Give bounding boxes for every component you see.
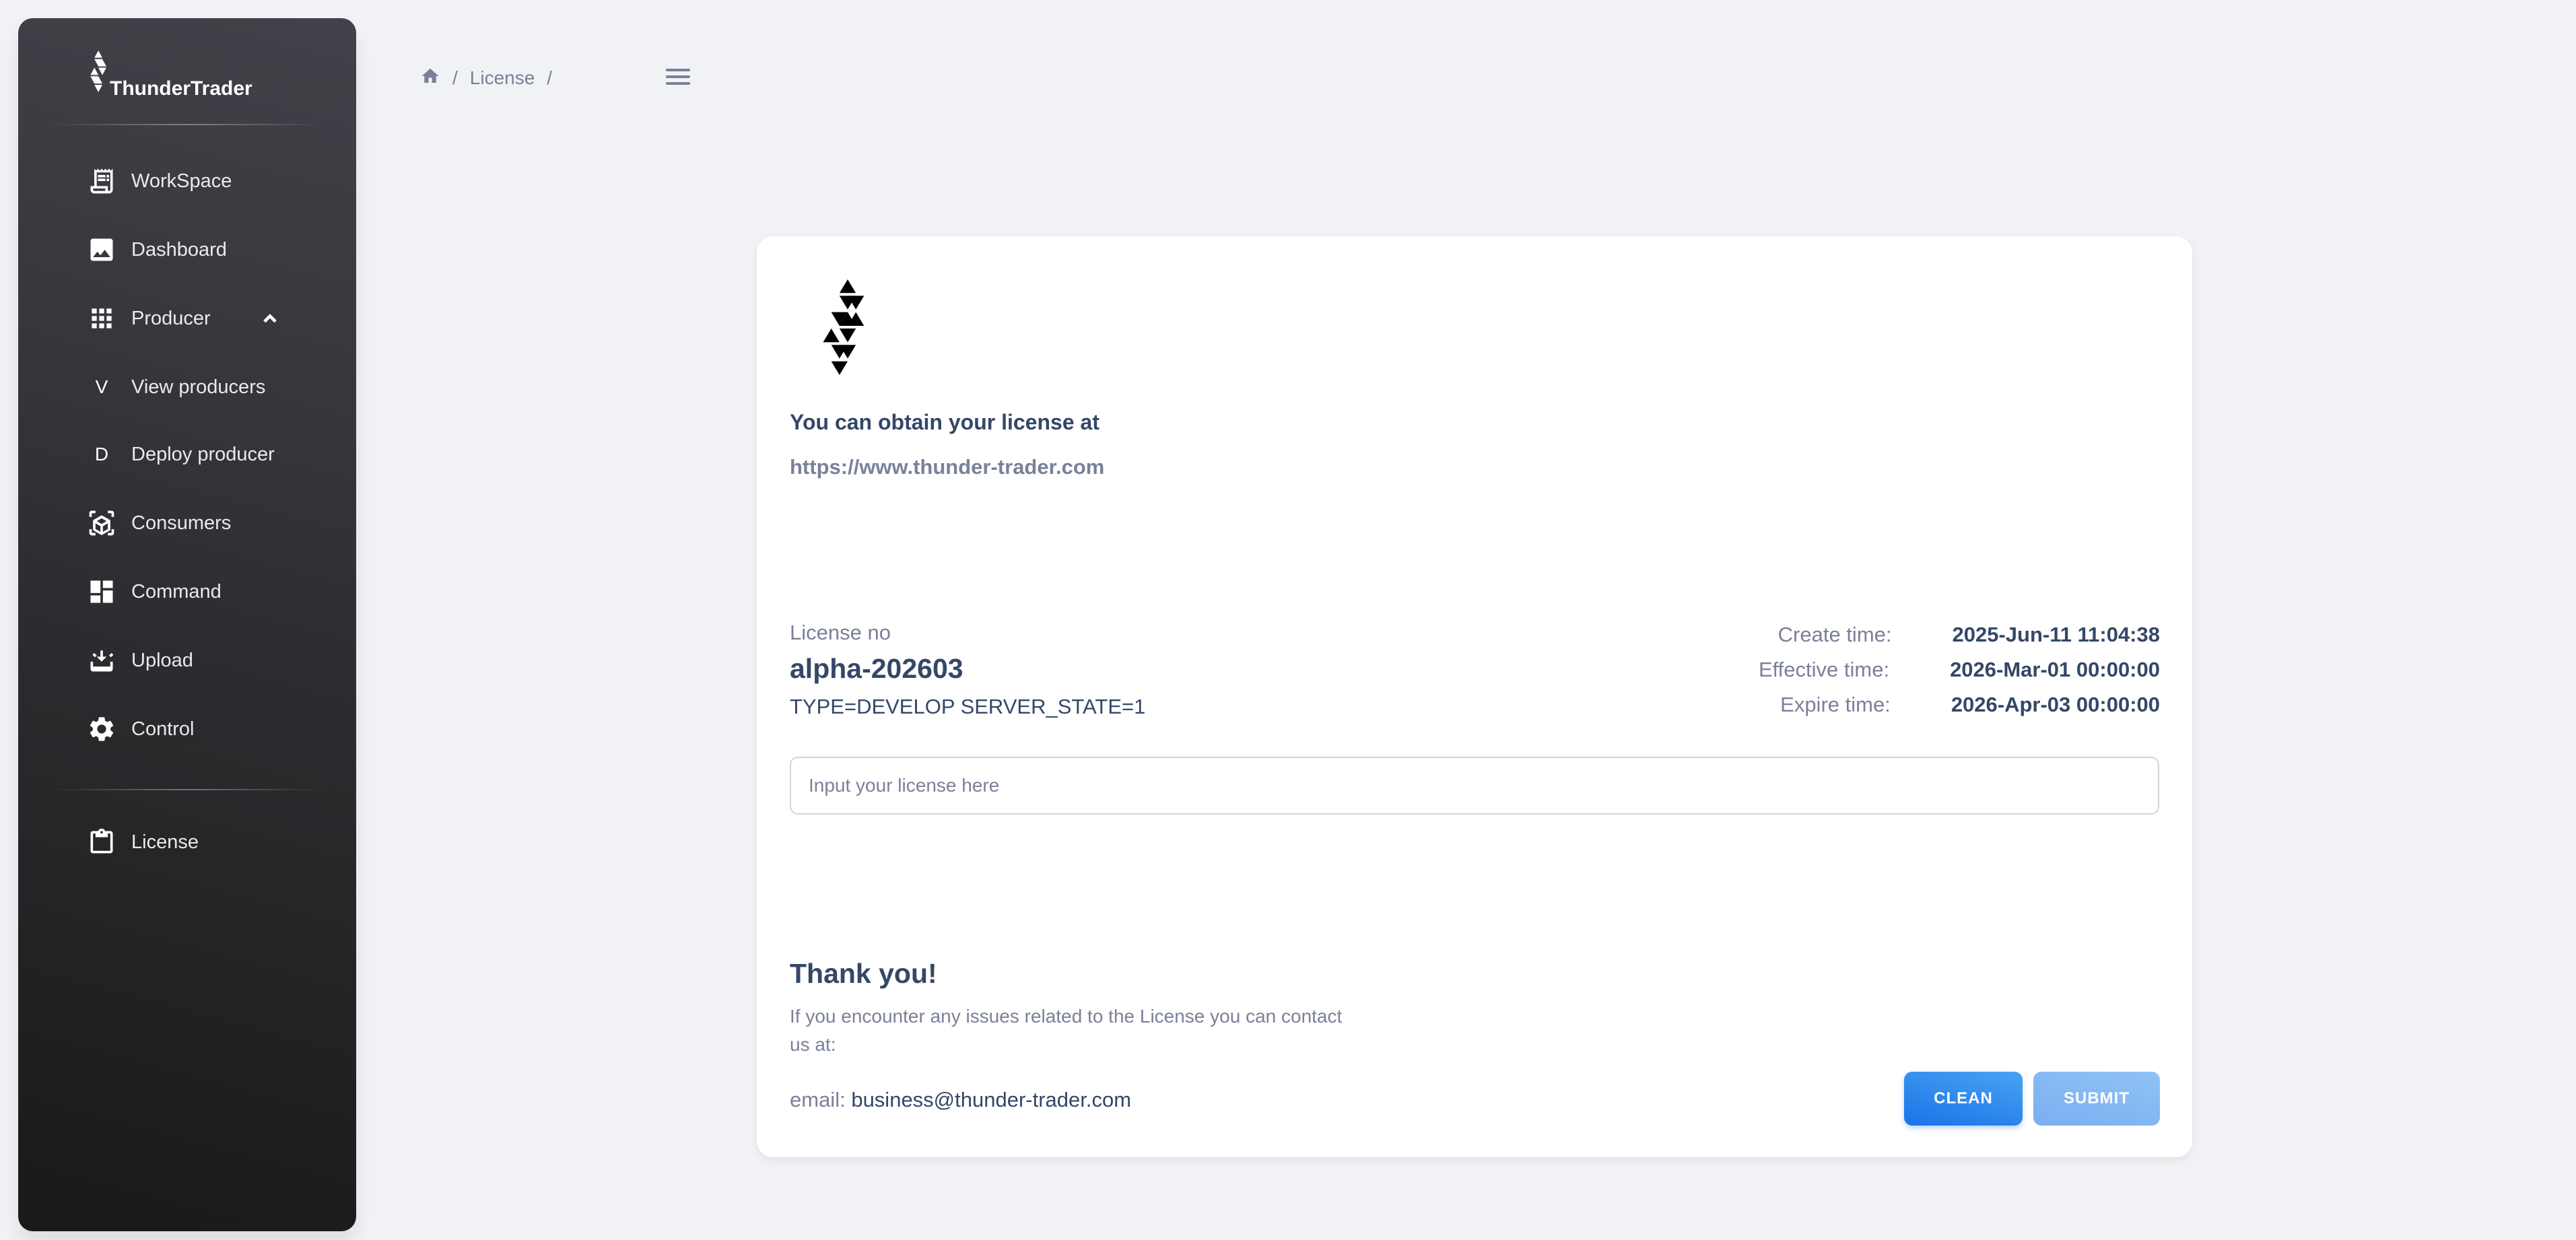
- thanks-heading: Thank you!: [790, 958, 937, 989]
- create-time-row: Create time: 2025-Jun-11 11:04:38: [1778, 621, 2160, 649]
- brand-name: ThunderTrader: [110, 77, 252, 100]
- sidebar-item-consumers[interactable]: Consumers: [50, 496, 324, 550]
- expire-time-value: 2026-Apr-03 00:00:00: [1951, 693, 2160, 716]
- chevron-up-icon: [261, 309, 279, 328]
- sidebar-item-label: Dashboard: [131, 238, 227, 261]
- license-site-link[interactable]: https://www.thunder-trader.com: [790, 455, 1104, 479]
- expire-time-label: Expire time:: [1780, 693, 1891, 716]
- brand[interactable]: ThunderTrader: [18, 18, 356, 141]
- receipt-icon: [86, 165, 118, 197]
- sidebar-item-control[interactable]: Control: [50, 702, 324, 756]
- license-type: TYPE=DEVELOP SERVER_STATE=1: [790, 695, 1146, 718]
- menu-line: [666, 75, 690, 78]
- dashboard-icon: [86, 576, 118, 608]
- sidebar-item-label: Deploy producer: [131, 443, 275, 465]
- sidebar-divider: [50, 124, 324, 125]
- clean-button[interactable]: CLEAN: [1904, 1072, 2023, 1126]
- license-card: You can obtain your license at https://w…: [757, 236, 2192, 1157]
- effective-time-row: Effective time: 2026-Mar-01 00:00:00: [1759, 656, 2160, 684]
- create-time-value: 2025-Jun-11 11:04:38: [1952, 623, 2161, 646]
- menu-line: [666, 82, 690, 85]
- home-icon[interactable]: [420, 66, 440, 91]
- sidebar-item-label: Control: [131, 718, 195, 740]
- sidebar-item-workspace[interactable]: WorkSpace: [50, 154, 324, 208]
- contact-email: email: business@thunder-trader.com: [790, 1088, 1131, 1112]
- effective-time-label: Effective time:: [1758, 658, 1890, 681]
- apps-grid-icon: [86, 302, 118, 335]
- nav-letter: D: [94, 444, 109, 464]
- obtain-title: You can obtain your license at: [790, 410, 1099, 434]
- thunder-logo-icon: [823, 279, 865, 375]
- inbox-download-icon: [86, 644, 118, 677]
- sidebar-item-label: Consumers: [131, 512, 232, 534]
- email-value[interactable]: business@thunder-trader.com: [851, 1088, 1131, 1111]
- effective-time-value: 2026-Mar-01 00:00:00: [1950, 658, 2160, 681]
- image-icon: [86, 234, 118, 266]
- cube-scan-icon: [86, 507, 118, 539]
- sidebar-item-label: Producer: [131, 307, 211, 329]
- gear-icon: [86, 713, 118, 745]
- issues-text: If you encounter any issues related to t…: [790, 1006, 1343, 1055]
- sidebar-item-label: License: [131, 831, 199, 853]
- submit-button[interactable]: SUBMIT: [2033, 1072, 2160, 1126]
- license-input[interactable]: [790, 757, 2159, 815]
- menu-toggle-icon[interactable]: [664, 65, 692, 89]
- sidebar-item-license[interactable]: License: [50, 815, 324, 869]
- sidebar-item-deploy-producer[interactable]: D Deploy producer: [50, 427, 324, 481]
- sidebar-item-label: View producers: [131, 376, 266, 398]
- clipboard-icon: [86, 826, 118, 858]
- sidebar: ThunderTrader WorkSpace Dashboard Produc…: [18, 18, 356, 1231]
- sidebar-item-dashboard[interactable]: Dashboard: [50, 223, 324, 277]
- nav-letter: V: [95, 376, 108, 397]
- sidebar-item-command[interactable]: Command: [50, 565, 324, 619]
- sidebar-item-label: WorkSpace: [131, 170, 232, 192]
- email-label: email:: [790, 1088, 846, 1111]
- sidebar-item-producer[interactable]: Producer: [50, 291, 324, 345]
- breadcrumb: / License /: [420, 65, 564, 92]
- license-no-label: License no: [790, 621, 891, 644]
- sidebar-divider: [50, 789, 324, 790]
- sidebar-item-label: Upload: [131, 649, 193, 671]
- license-number: alpha-202603: [790, 653, 963, 684]
- sidebar-item-upload[interactable]: Upload: [50, 633, 324, 687]
- create-time-label: Create time:: [1777, 623, 1892, 646]
- breadcrumb-current[interactable]: License: [470, 67, 535, 89]
- sidebar-item-view-producers[interactable]: V View producers: [50, 360, 324, 414]
- breadcrumb-separator: /: [547, 67, 553, 88]
- expire-time-row: Expire time: 2026-Apr-03 00:00:00: [1780, 691, 2160, 719]
- menu-line: [666, 69, 690, 71]
- breadcrumb-separator: /: [452, 67, 458, 88]
- sidebar-item-label: Command: [131, 580, 222, 602]
